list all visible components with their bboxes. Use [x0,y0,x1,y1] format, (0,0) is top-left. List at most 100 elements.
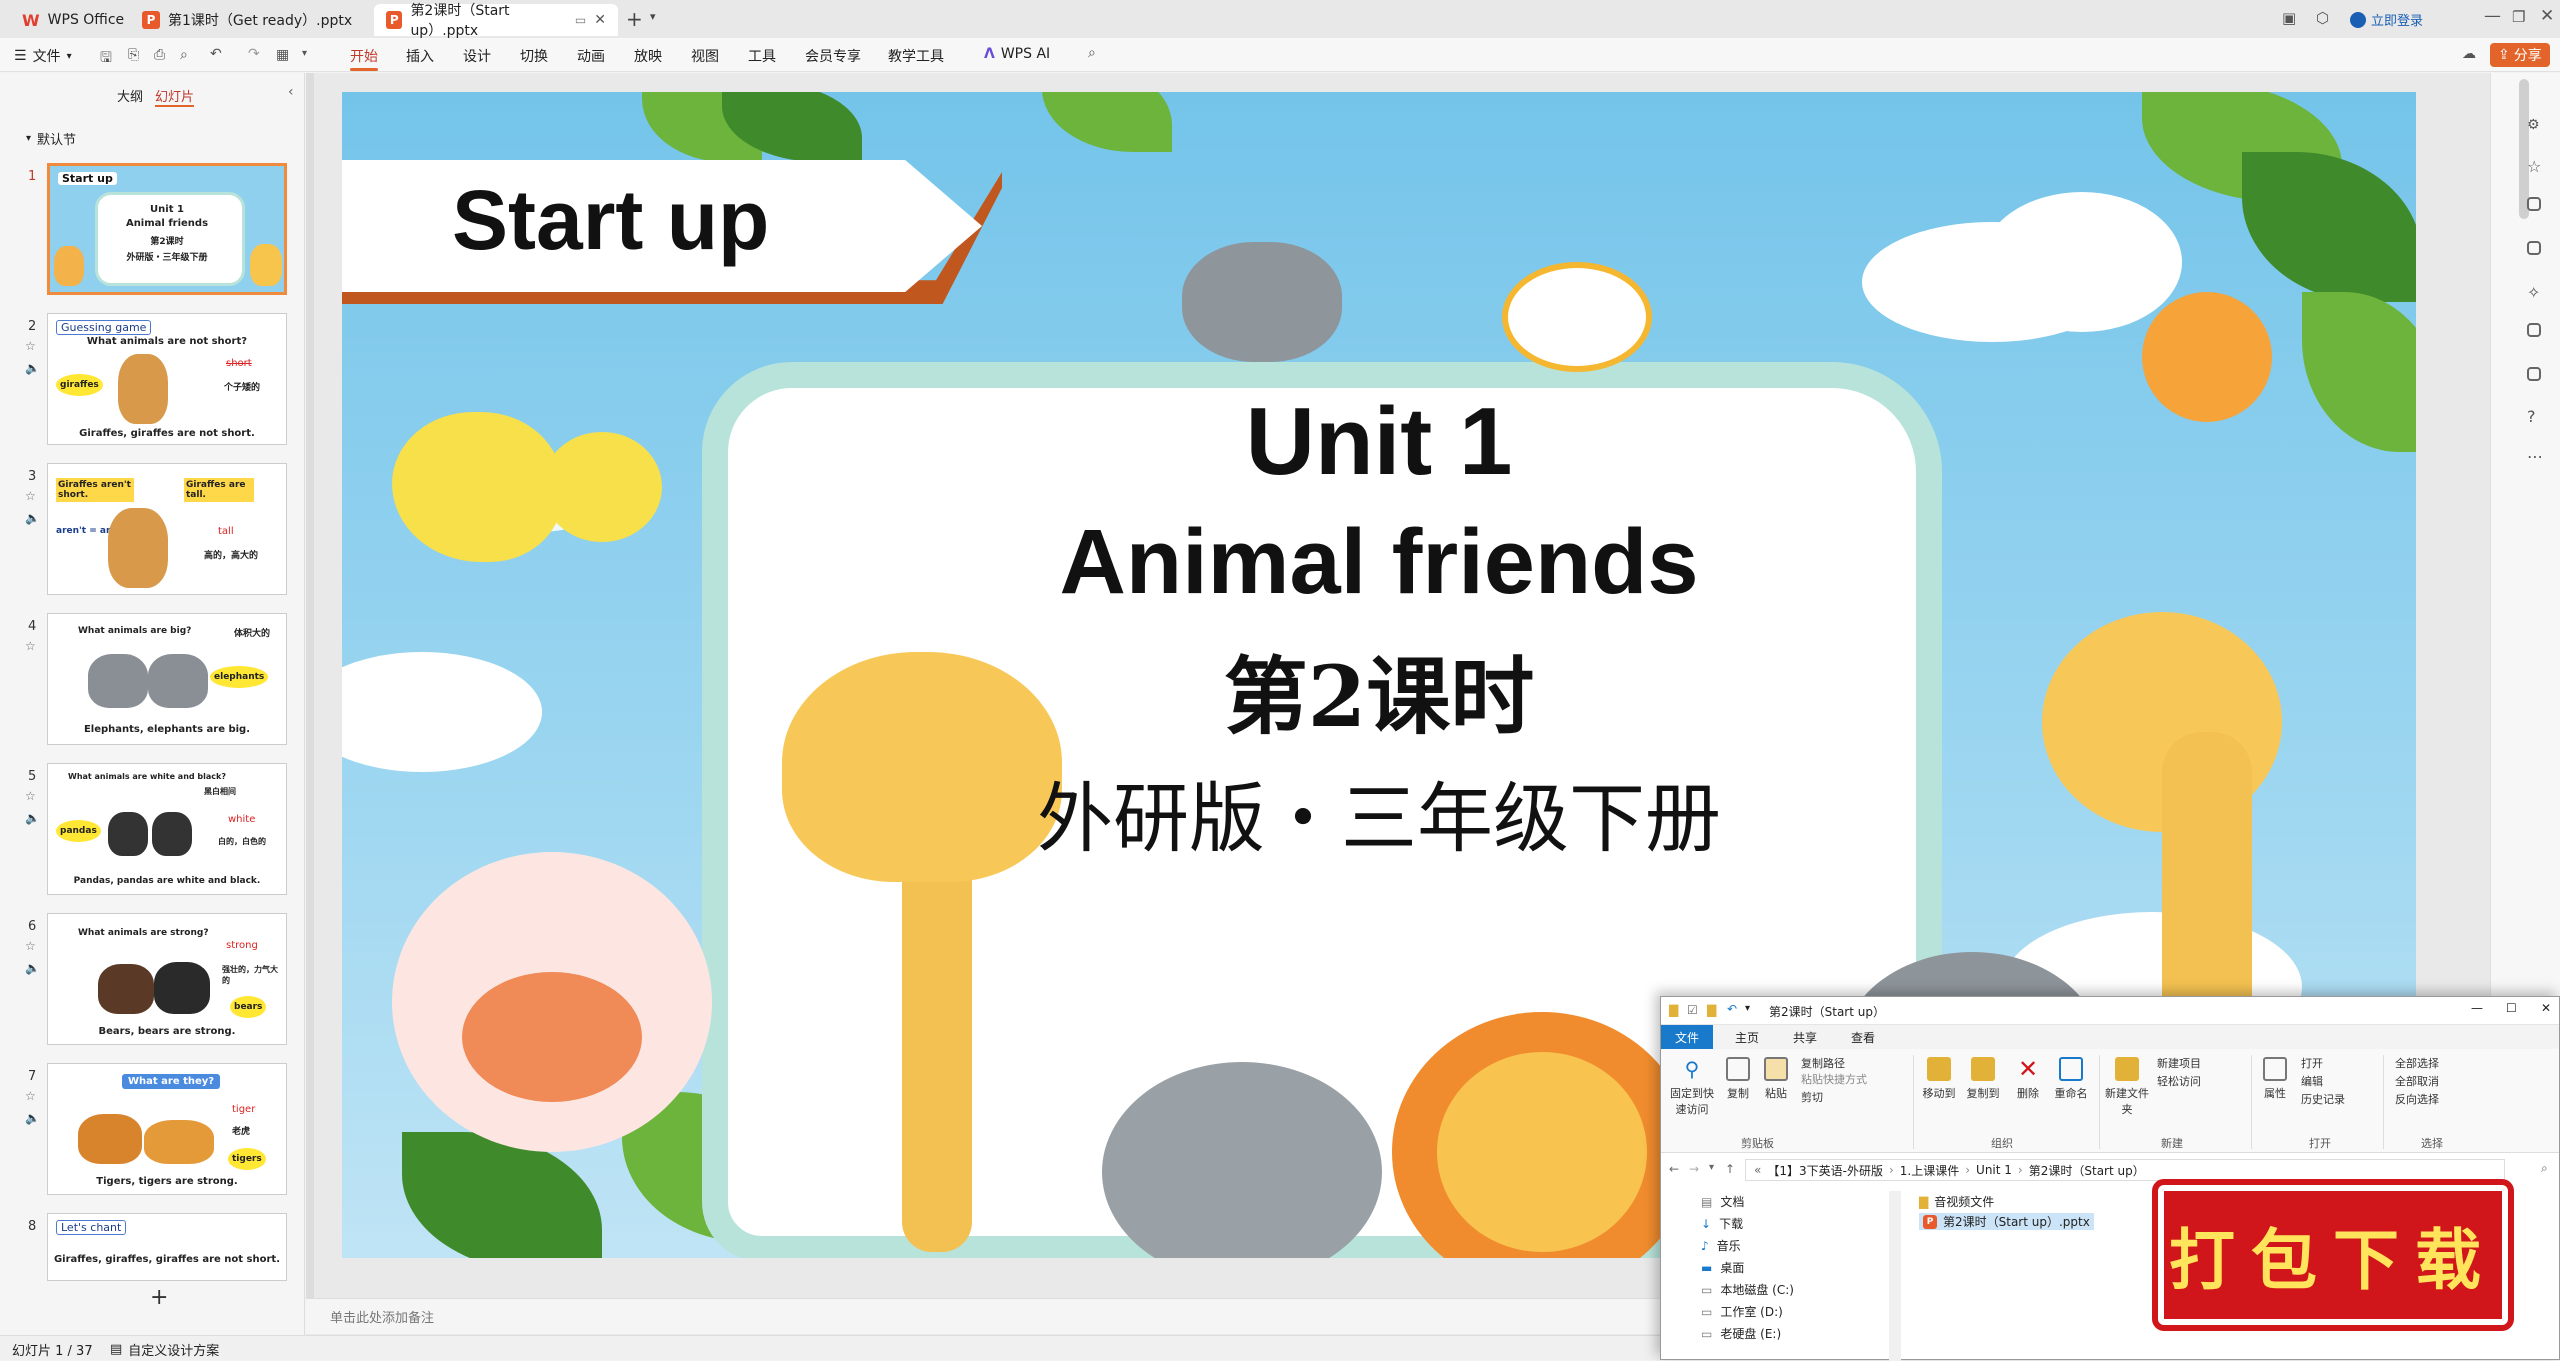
unit-title[interactable]: Unit 1 [342,387,2416,497]
star-icon[interactable]: ☆ [25,785,40,807]
audio-icon[interactable]: 🔈 [25,507,40,529]
download-stamp[interactable]: 打包下载 [2152,1179,2514,1331]
restore-icon[interactable]: ❐ [2512,8,2525,26]
doc-tab-1[interactable]: P 第1课时（Get ready）.pptx [130,4,364,36]
preview-icon[interactable]: ⌕ [180,47,188,63]
file-item-pptx[interactable]: P 第2课时（Start up）.pptx [1919,1213,2094,1230]
wps-home-tab[interactable]: W WPS Office [10,4,136,36]
new-folder-icon[interactable]: ▇ [1707,1003,1716,1017]
new-folder-button[interactable]: 新建文件夹 [2105,1057,2149,1117]
share-button[interactable]: ⇪ 分享 [2490,43,2550,67]
new-tab-icon[interactable]: + [626,7,643,31]
menu-view[interactable]: 视图 [691,46,719,66]
close-tab-icon[interactable]: ✕ [594,12,606,28]
more-chevron-icon[interactable]: ▾ [302,48,307,59]
menu-design[interactable]: 设计 [463,46,491,66]
redo-icon[interactable]: ↷ [248,46,260,62]
minimize-icon[interactable]: — [2471,1001,2483,1015]
select-all-button[interactable]: 全部选择 [2395,1055,2439,1071]
nav-music[interactable]: ♪ 音乐 [1701,1237,1741,1254]
menu-slideshow[interactable]: 放映 [634,46,662,66]
menu-home[interactable]: 开始 [350,46,378,71]
menu-member[interactable]: 会员专享 [805,46,861,66]
file-item-folder[interactable]: ▇ 音视频文件 [1919,1193,1994,1210]
menu-animation[interactable]: 动画 [577,46,605,66]
cut-button[interactable]: 剪切 [1801,1089,1823,1105]
wps-ai-button[interactable]: Ʌ WPS AI [984,46,1050,62]
pin-quick-access-button[interactable]: ⚲ 固定到快速访问 [1667,1057,1717,1117]
tab-slides[interactable]: 幻灯片 [155,86,195,107]
slide-thumbnail-2[interactable]: Guessing game What animals are not short… [47,313,287,445]
notes-area[interactable]: 单击此处添加备注 [306,1298,1666,1334]
audio-icon[interactable]: 🔈 [25,807,40,829]
paste-button[interactable]: 粘贴 [1759,1057,1793,1101]
slide-thumbnail-6[interactable]: What animals are strong? strong 强壮的，力气大的… [47,913,287,1045]
section-header[interactable]: ▾ 默认节 [26,129,76,148]
copy-path-button[interactable]: 复制路径 [1801,1055,1845,1071]
close-window-icon[interactable]: ✕ [2540,6,2554,26]
close-icon[interactable]: ✕ [2541,1001,2551,1015]
tab-view[interactable]: 查看 [1837,1025,1889,1049]
more-icon[interactable]: ⋯ [2527,447,2545,466]
audio-icon[interactable]: 🔈 [25,1107,40,1129]
slide-thumbnail-1[interactable]: Start up Unit 1 Animal friends 第2课时 外研版・… [47,163,287,295]
menu-tools[interactable]: 工具 [748,46,776,66]
copy-button[interactable]: 复制 [1721,1057,1755,1101]
slide-thumbnail-4[interactable]: What animals are big? 体积大的 elephants Ele… [47,613,287,745]
back-icon[interactable]: ← [1669,1162,1679,1176]
slide-thumbnail-5[interactable]: What animals are white and black? 黑白相间 p… [47,763,287,895]
properties-button[interactable]: 属性 [2257,1057,2293,1101]
open-button[interactable]: 打开 [2301,1055,2323,1071]
menu-transition[interactable]: 切换 [520,46,548,66]
slide-thumbnail-3[interactable]: Giraffes aren't short. Giraffes are tall… [47,463,287,595]
magic-icon[interactable]: ✧ [2527,283,2545,302]
new-item-button[interactable]: 新建项目 [2157,1055,2201,1071]
nav-drive-d[interactable]: ▭ 工作室 (D:) [1701,1303,1783,1320]
cube-icon[interactable]: ⬡ [2316,9,2329,27]
path-field[interactable]: « 【1】3下英语-外研版 › 1.上课课件 › Unit 1 › 第2课时（S… [1745,1159,2505,1181]
nav-desktop[interactable]: ▬ 桌面 [1701,1259,1744,1276]
add-slide-button[interactable]: + [150,1285,168,1310]
forward-icon[interactable]: → [1689,1162,1699,1176]
nav-documents[interactable]: ▤ 文档 [1701,1193,1744,1210]
star-icon[interactable]: ☆ [25,935,40,957]
monitor-icon[interactable]: ▭ [575,13,586,27]
path-segment[interactable]: 第2课时（Start up） [2029,1162,2145,1179]
nav-scrollbar[interactable] [1889,1191,1901,1361]
tab-home[interactable]: 主页 [1721,1025,1773,1049]
star-icon[interactable]: ☆ [2527,157,2545,176]
tab-share[interactable]: 共享 [1779,1025,1831,1049]
slide-thumbnail-8[interactable]: Let's chant Giraffes, giraffes, giraffes… [47,1213,287,1281]
invert-selection-button[interactable]: 反向选择 [2395,1091,2439,1107]
nav-drive-c[interactable]: ▭ 本地磁盘 (C:) [1701,1281,1794,1298]
banner-text[interactable]: Start up [452,172,769,269]
copy-icon[interactable] [2527,197,2541,211]
file-menu[interactable]: ☰ 文件 ▾ [14,46,72,66]
delete-button[interactable]: ✕ 删除 [2011,1057,2045,1101]
paste-shortcut-button[interactable]: 粘贴快捷方式 [1801,1071,1867,1087]
star-icon[interactable]: ☆ [25,485,40,507]
nav-drive-e[interactable]: ▭ 老硬盘 (E:) [1701,1325,1781,1342]
audio-icon[interactable]: 🔈 [25,957,40,979]
settings-icon[interactable]: ⚙ [2527,117,2545,135]
chevron-down-icon[interactable]: ▾ [650,10,656,23]
rename-button[interactable]: 重命名 [2051,1057,2091,1101]
maximize-icon[interactable]: ☐ [2506,1001,2517,1015]
easy-access-button[interactable]: 轻松访问 [2157,1073,2201,1089]
search-icon[interactable]: ⌕ [1088,45,1096,61]
menu-teaching-tools[interactable]: 教学工具 [888,46,944,66]
image-icon[interactable] [2527,241,2541,255]
up-icon[interactable]: ↑ [1725,1162,1735,1176]
edition-title[interactable]: 外研版・三年级下册 [342,757,2416,867]
print-icon[interactable]: ⎙ [154,47,165,63]
slide-thumbnail-7[interactable]: What are they? tiger 老虎 tigers Tigers, t… [47,1063,287,1195]
login-button[interactable]: 立即登录 [2350,10,2423,29]
menu-insert[interactable]: 插入 [406,46,434,66]
save-icon[interactable]: 🖫 [100,47,112,71]
path-segment[interactable]: 1.上课课件 [1900,1162,1959,1179]
design-scheme-button[interactable]: ▤ 自定义设计方案 [110,1340,219,1359]
properties-icon[interactable]: ☑ [1687,1003,1698,1017]
star-icon[interactable]: ☆ [25,335,40,357]
window-layout-icon[interactable]: ▣ [2282,9,2296,27]
translate-icon[interactable] [2527,367,2541,381]
